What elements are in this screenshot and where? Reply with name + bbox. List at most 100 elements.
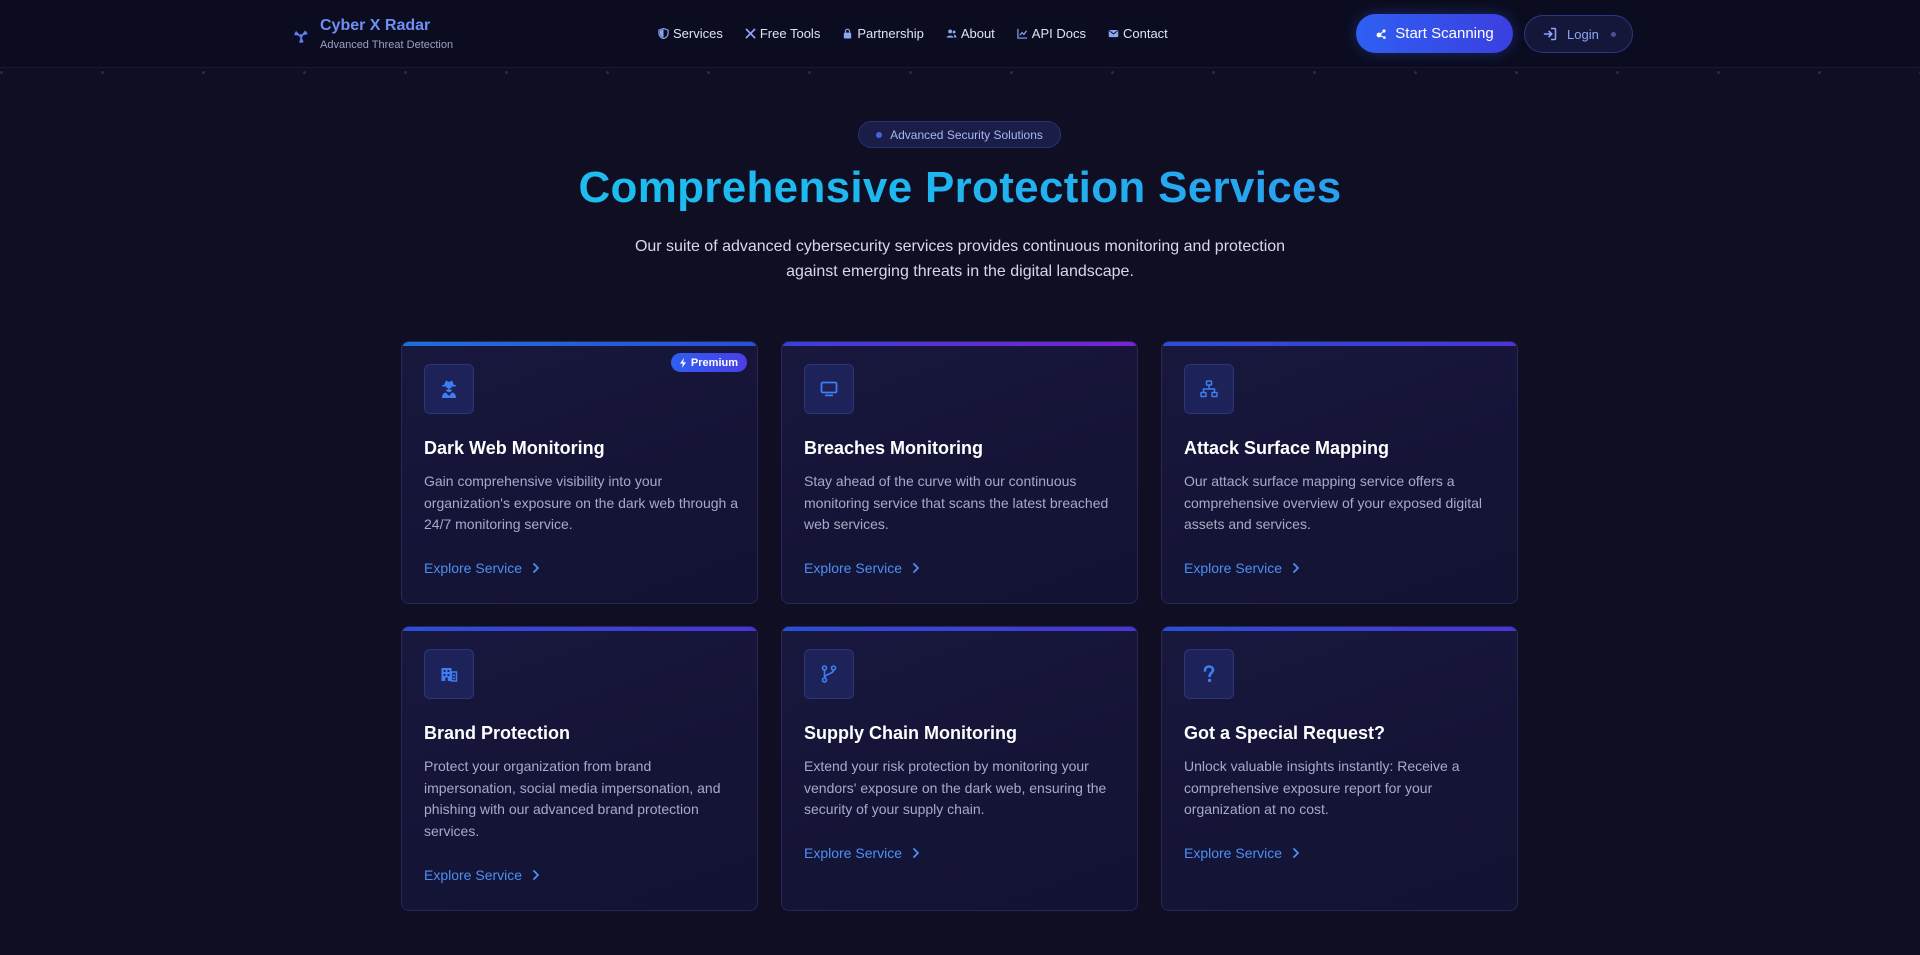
explore-service-link[interactable]: Explore Service	[804, 845, 921, 861]
decorative-dot	[303, 71, 306, 74]
card-title: Brand Protection	[424, 723, 571, 743]
decorative-dot	[505, 71, 508, 74]
page-title: Comprehensive Protection Services	[0, 163, 1920, 213]
premium-badge-label: Premium	[690, 356, 738, 369]
explore-service-label: Explore Service	[424, 560, 523, 576]
explore-service-link[interactable]: Explore Service	[424, 560, 541, 576]
nav-contact[interactable]: Contact	[1108, 26, 1168, 41]
section-tag: Advanced Security Solutions	[858, 121, 1061, 148]
explore-service-link[interactable]: Explore Service	[1184, 845, 1301, 861]
card-icon-box	[804, 649, 854, 699]
login-label: Login	[1567, 26, 1599, 42]
decorative-dot	[1010, 71, 1013, 74]
radiation-icon	[294, 30, 308, 43]
premium-badge: Premium	[670, 353, 747, 372]
explore-service-label: Explore Service	[424, 867, 523, 883]
nav-services[interactable]: Services	[658, 26, 723, 41]
decorative-dot	[1212, 71, 1215, 74]
chevron-right-icon	[913, 563, 919, 573]
card-description: Gain comprehensive visibility into your …	[424, 473, 738, 532]
card-title: Got a Special Request?	[1184, 723, 1386, 743]
nav-free-tools[interactable]: Free Tools	[745, 26, 820, 41]
decorative-dot	[1111, 71, 1114, 74]
decorative-dot	[1717, 71, 1720, 74]
explore-service-label: Explore Service	[1184, 845, 1283, 861]
card-icon-box	[804, 364, 854, 414]
explore-service-label: Explore Service	[804, 845, 903, 861]
card-description: Our attack surface mapping service offer…	[1184, 473, 1483, 532]
sign-in-icon	[1543, 27, 1557, 41]
explore-service-link[interactable]: Explore Service	[1184, 560, 1301, 576]
decorative-dot	[606, 71, 609, 74]
card-icon-box	[1184, 649, 1234, 699]
nav-api-docs[interactable]: API Docs	[1017, 26, 1086, 41]
nav-api-docs-label: API Docs	[1031, 26, 1086, 41]
chevron-right-icon	[913, 848, 919, 858]
decorative-dot-row	[0, 68, 1920, 76]
service-card-breaches: Breaches Monitoring Stay ahead of the cu…	[781, 341, 1138, 604]
service-card-attack-surface: Attack Surface Mapping Our attack surfac…	[1161, 341, 1518, 604]
nav-services-label: Services	[673, 26, 723, 41]
brand-title: Cyber X Radar	[320, 17, 431, 34]
card-description: Extend your risk protection by monitorin…	[804, 758, 1107, 817]
service-card-special-request: Got a Special Request? Unlock valuable i…	[1161, 626, 1518, 911]
question-icon	[1203, 665, 1215, 683]
chevron-right-icon	[1293, 848, 1299, 858]
decorative-dot	[1313, 71, 1316, 74]
card-icon-box	[424, 649, 474, 699]
service-card-supply-chain: Supply Chain Monitoring Extend your risk…	[781, 626, 1138, 911]
card-icon-box	[1184, 364, 1234, 414]
bolt-icon	[679, 357, 686, 368]
nav-about-label: About	[960, 26, 995, 41]
decorative-dot	[1414, 71, 1417, 74]
card-description: Protect your organization from brand imp…	[424, 758, 721, 839]
service-card-dark-web: Premium Dark Web Monitoring Gain compreh…	[401, 341, 758, 604]
card-title: Breaches Monitoring	[804, 438, 984, 458]
start-scanning-label: Start Scanning	[1395, 25, 1494, 42]
decorative-dot	[404, 71, 407, 74]
decorative-dot	[707, 71, 710, 74]
building-icon	[441, 668, 458, 682]
chevron-right-icon	[1293, 563, 1299, 573]
explore-service-link[interactable]: Explore Service	[424, 867, 541, 883]
login-button[interactable]: Login	[1524, 15, 1633, 53]
tools-icon	[745, 28, 756, 39]
envelope-icon	[1108, 30, 1119, 38]
decorative-dot	[808, 71, 811, 74]
decorative-dot	[909, 71, 912, 74]
chevron-right-icon	[533, 870, 539, 880]
brand-logo[interactable]: Cyber X Radar Advanced Threat Detection	[292, 16, 453, 51]
decorative-dot	[101, 71, 104, 74]
user-secret-icon	[442, 380, 456, 398]
explore-service-label: Explore Service	[1184, 560, 1283, 576]
nav-partnership[interactable]: Partnership	[842, 26, 924, 41]
nav-partnership-label: Partnership	[857, 26, 924, 41]
top-navbar: Cyber X Radar Advanced Threat Detection …	[0, 0, 1920, 68]
decorative-dot	[0, 71, 3, 74]
monitor-icon	[820, 381, 838, 397]
explore-service-link[interactable]: Explore Service	[804, 560, 921, 576]
decorative-dot	[1616, 71, 1619, 74]
network-icon	[1200, 380, 1218, 398]
brand-subtitle: Advanced Threat Detection	[320, 39, 454, 51]
card-title: Dark Web Monitoring	[424, 438, 605, 458]
shield-icon	[658, 28, 669, 39]
section-tag-label: Advanced Security Solutions	[890, 127, 1043, 142]
decorative-dot	[1515, 71, 1518, 74]
decorative-dot	[202, 71, 205, 74]
chart-line-icon	[1017, 28, 1027, 39]
main-nav: Services Free Tools Partnership About AP…	[658, 26, 1168, 41]
users-icon	[946, 29, 957, 38]
chevron-right-icon	[533, 563, 539, 573]
nav-about[interactable]: About	[946, 26, 995, 41]
radar-icon	[1376, 28, 1386, 39]
card-description: Stay ahead of the curve with our continu…	[804, 473, 1109, 532]
service-card-brand-protection: Brand Protection Protect your organizati…	[401, 626, 758, 911]
lock-icon	[844, 28, 852, 39]
decorative-dot	[1818, 71, 1821, 74]
status-dot	[1610, 31, 1616, 37]
nav-contact-label: Contact	[1122, 26, 1168, 41]
card-icon-box	[424, 364, 474, 414]
page-description: Our suite of advanced cybersecurity serv…	[634, 238, 1286, 280]
start-scanning-button[interactable]: Start Scanning	[1356, 14, 1513, 53]
